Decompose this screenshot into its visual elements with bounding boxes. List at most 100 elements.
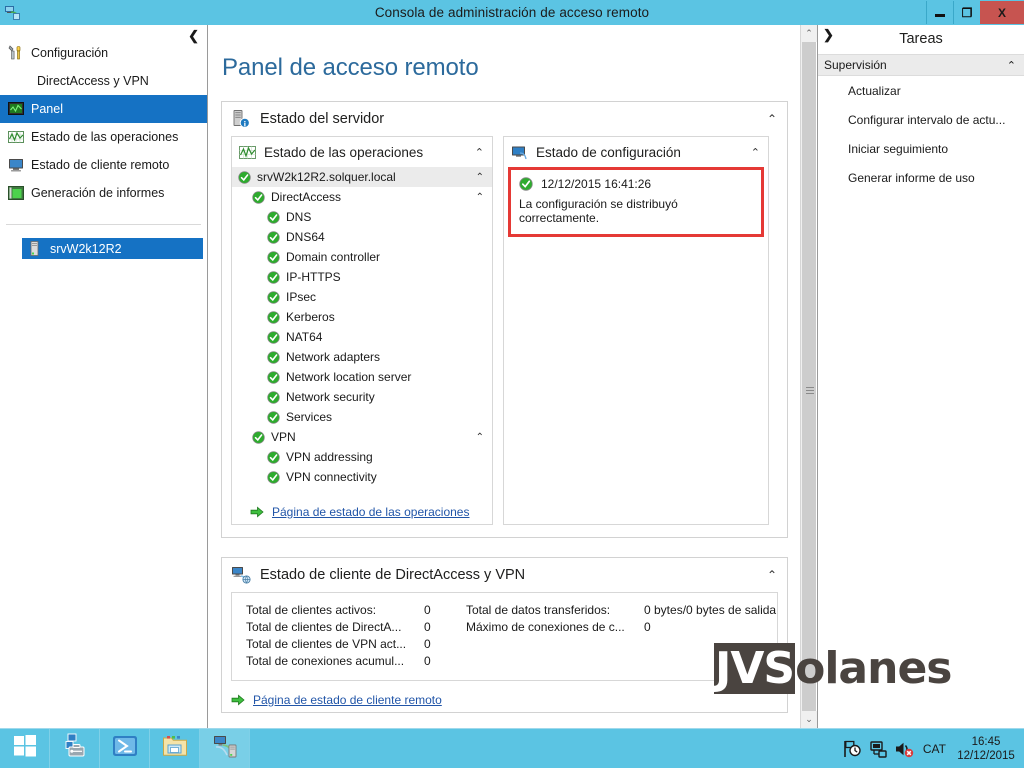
language-indicator[interactable]: CAT [923,742,946,756]
client-status-stats-grid: Total de clientes activos: 0 Total de dato… [232,603,777,668]
operations-status-icon [8,129,24,145]
configuration-status-message: La configuración se distribuyó correctam… [519,197,678,225]
configuration-status-highlight-box: 12/12/2015 16:41:26 La configuración se … [508,167,764,237]
main-vertical-scrollbar[interactable]: ⌃ ⌄ [800,25,817,728]
sidebar-item-panel[interactable]: Panel [0,95,207,123]
tasks-group-supervision[interactable]: Supervisión ⌃ [818,54,1024,76]
tree-row[interactable]: VPN addressing [232,447,492,467]
task-item[interactable]: Actualizar [818,76,1024,105]
tree-row[interactable]: Kerberos [232,307,492,327]
sidebar-item-estado-operaciones[interactable]: Estado de las operaciones [0,123,207,151]
file-explorer-button[interactable] [150,728,200,768]
tree-row[interactable]: NAT64 [232,327,492,347]
operations-status-tree: srvW2k12R2.solquer.local ⌃ DirectAccess ⌃ DN… [232,167,492,493]
client-status-link-row: Página de estado de cliente remoto [222,688,787,712]
chevron-up-icon[interactable]: ⌃ [476,192,484,203]
volume-muted-icon[interactable] [894,739,914,759]
status-ok-icon [267,230,280,244]
status-ok-icon [267,410,280,424]
sidebar-item-directaccess-vpn[interactable]: DirectAccess y VPN [0,67,207,95]
sidebar-item-label: Generación de informes [31,186,165,200]
tree-row[interactable]: Domain controller [232,247,492,267]
task-item-label: Actualizar [848,83,901,98]
tree-row-label: Network location server [286,370,412,384]
stat-value: 0 [424,637,431,651]
task-item-label: Configurar intervalo de actu... [848,112,1006,127]
status-ok-icon [267,450,280,464]
tree-row[interactable]: IP-HTTPS [232,267,492,287]
sidebar-item-label: Panel [31,102,63,116]
operations-status-page-link[interactable]: Página de estado de las operaciones [272,505,469,519]
chevron-up-icon[interactable]: ⌃ [767,112,777,126]
arrow-right-icon [231,694,245,706]
remote-access-console-button[interactable] [200,728,250,768]
status-ok-icon [267,290,280,304]
operations-status-header[interactable]: Estado de las operaciones ⌃ [232,137,492,167]
title-bar: Consola de administración de acceso remo… [0,0,1024,25]
dashboard-icon [8,101,24,117]
status-ok-icon [252,190,265,204]
server-icon [28,241,42,256]
tree-row[interactable]: VPN connectivity [232,467,492,487]
task-item[interactable]: Generar informe de uso [818,163,1024,192]
network-icon[interactable] [868,739,888,759]
stat-value: 0 [424,654,431,668]
tree-row-label: Services [286,410,333,424]
tree-row[interactable]: IPsec [232,287,492,307]
client-status-panel: Estado de cliente de DirectAccess y VPN … [221,557,788,713]
tree-row[interactable]: DNS [232,207,492,227]
chevron-up-icon[interactable]: ⌃ [1007,59,1016,72]
stat-label: Total de clientes activos: [246,603,377,617]
sidebar-item-configuracion[interactable]: Configuración [0,39,207,67]
chevron-up-icon[interactable]: ⌃ [767,568,777,582]
sidebar-item-server-srvw2k12r2[interactable]: srvW2k12R2 [22,238,203,259]
sidebar-item-estado-cliente-remoto[interactable]: Estado de cliente remoto [0,151,207,179]
client-status-header[interactable]: Estado de cliente de DirectAccess y VPN … [222,558,787,592]
tree-row[interactable]: VPN ⌃ [232,427,492,447]
stat-label-2 [466,637,644,651]
left-navigation-pane: ❮ Configuración DirectAccess y VPN Panel… [0,25,208,728]
task-item[interactable]: Iniciar seguimiento [818,134,1024,163]
server-manager-button[interactable] [50,728,100,768]
minimize-button[interactable] [926,1,953,24]
flag-clock-icon[interactable] [842,739,862,759]
chevron-up-icon[interactable]: ⌃ [751,146,760,159]
tasks-group-label: Supervisión [824,58,887,72]
task-item[interactable]: Configurar intervalo de actu... [818,105,1024,134]
windows-start-icon [13,734,37,763]
window-title: Consola de administración de acceso remo… [374,5,650,20]
close-button[interactable]: X [980,1,1024,24]
chevron-up-icon[interactable]: ⌃ [476,432,484,443]
configuration-status-header[interactable]: Estado de configuración ⌃ [504,137,768,167]
tree-row-label: DirectAccess [271,190,342,204]
tree-row[interactable]: Services [232,407,492,427]
tree-row[interactable]: Network location server [232,367,492,387]
collapse-nav-button[interactable]: ❮ [188,28,199,44]
configuration-status-timestamp: 12/12/2015 16:41:26 [541,177,652,191]
tree-row[interactable]: Network security [232,387,492,407]
tree-row[interactable]: Network adapters [232,347,492,367]
tree-row[interactable]: srvW2k12R2.solquer.local ⌃ [232,167,492,187]
window-buttons: ❐ X [926,0,1024,25]
nav-divider [6,224,201,225]
start-button[interactable] [0,728,50,768]
chevron-up-icon[interactable]: ⌃ [476,172,484,183]
powershell-button[interactable] [100,728,150,768]
clock-time: 16:45 [971,736,1001,748]
stat-label-2: Máximo de conexiones de c... [466,620,625,634]
nav-list: Configuración DirectAccess y VPN Panel E… [0,25,207,259]
scroll-up-button[interactable]: ⌃ [801,25,817,42]
clock[interactable]: 16:45 12/12/2015 [954,735,1018,763]
chevron-up-icon[interactable]: ⌃ [475,146,484,159]
tree-row[interactable]: DNS64 [232,227,492,247]
server-status-header[interactable]: Estado del servidor ⌃ [222,102,787,136]
tree-row[interactable]: DirectAccess ⌃ [232,187,492,207]
scroll-down-button[interactable]: ⌄ [801,711,817,728]
restore-button[interactable]: ❐ [953,1,980,24]
status-ok-icon [267,370,280,384]
stat-label-2: Total de datos transferidos: [466,603,611,617]
expand-tasks-button[interactable]: ❯ [823,27,834,43]
sidebar-item-generacion-informes[interactable]: Generación de informes [0,179,207,207]
scrollbar-thumb[interactable] [802,42,816,711]
remote-client-status-page-link[interactable]: Página de estado de cliente remoto [253,693,442,707]
